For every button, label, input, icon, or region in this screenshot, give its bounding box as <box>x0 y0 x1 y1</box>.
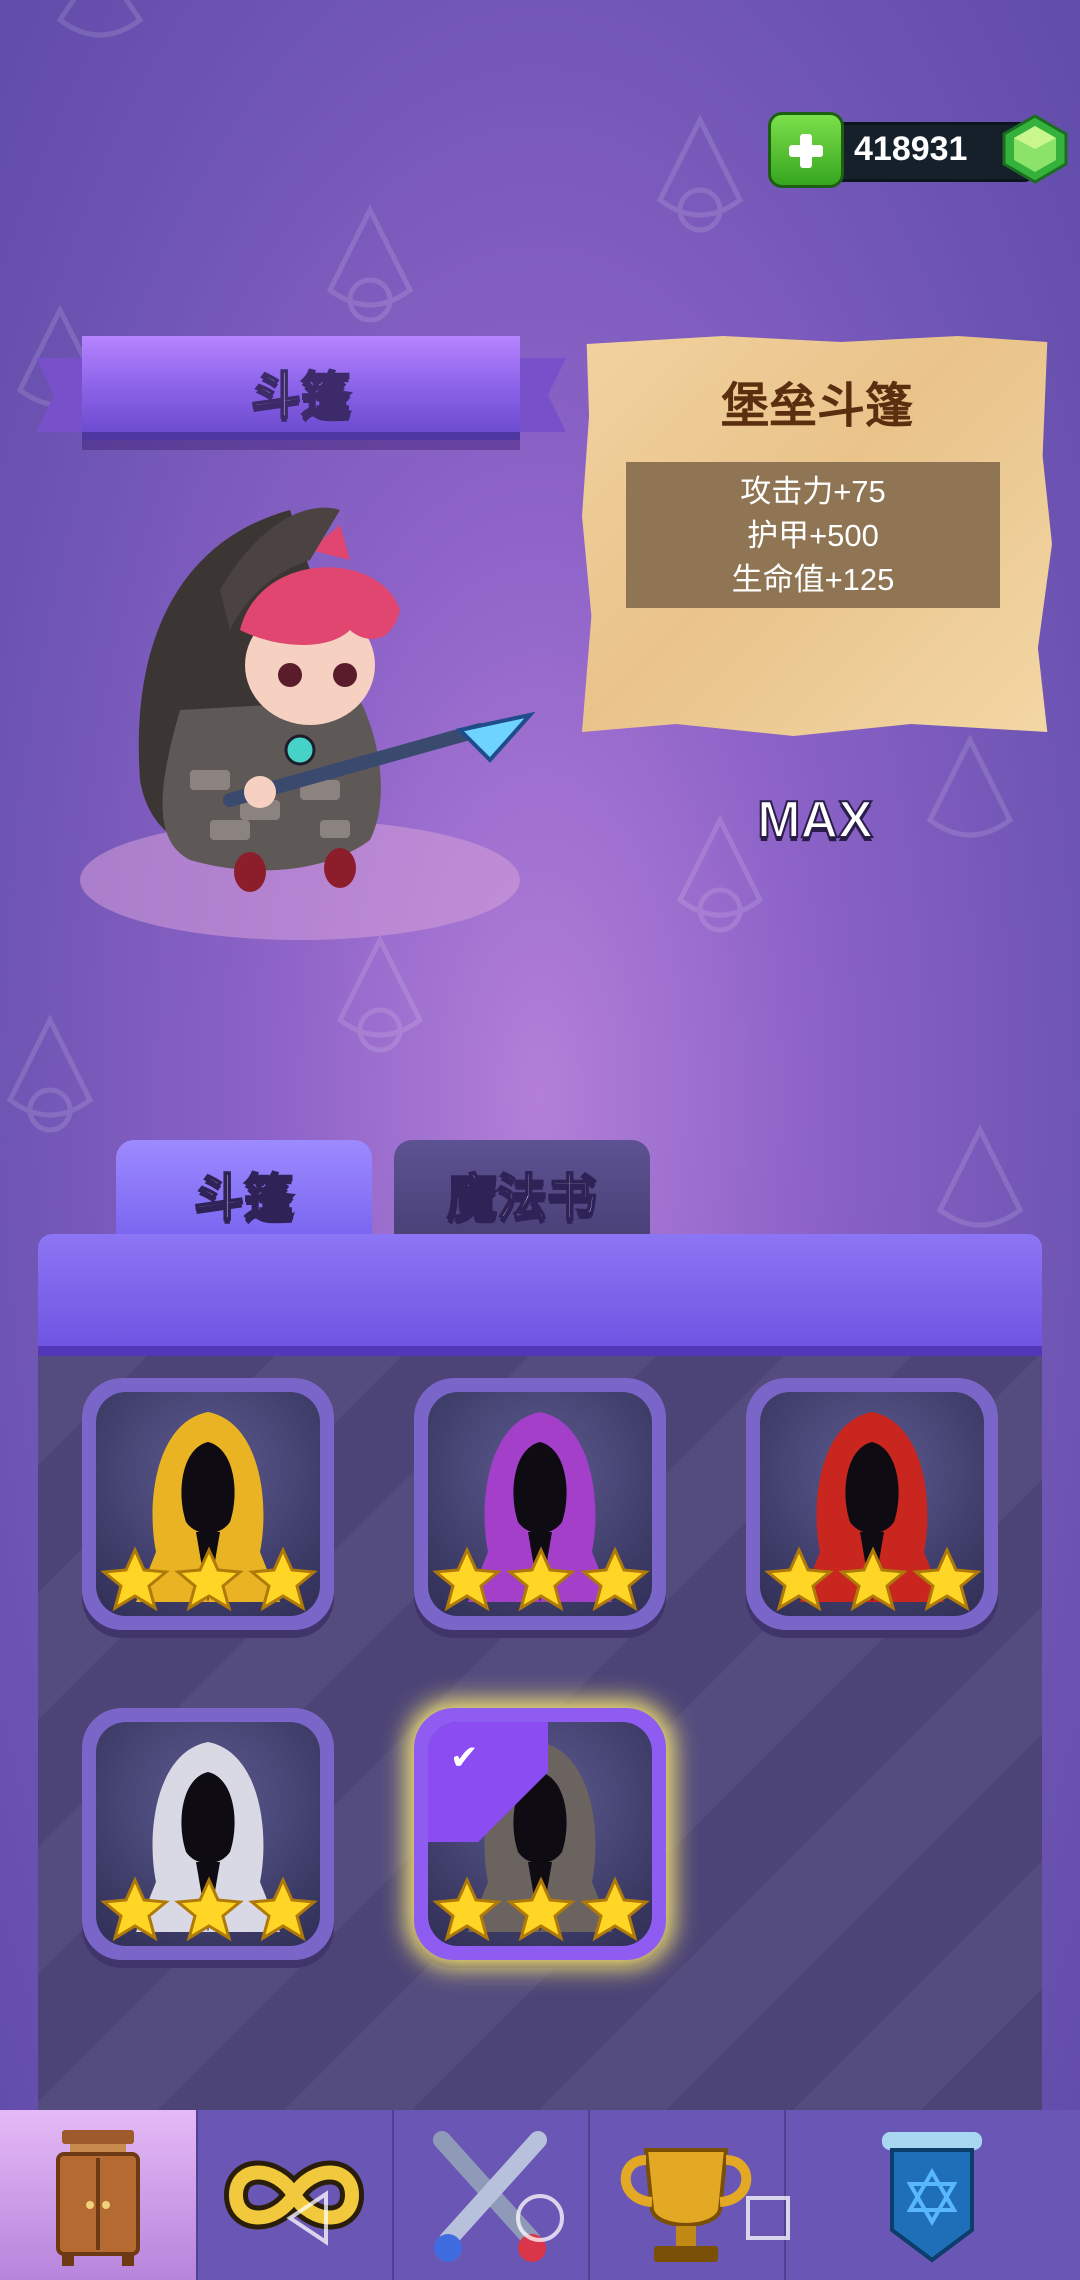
item-name: 堡垒斗篷 <box>720 378 913 434</box>
tab-cloak[interactable]: 斗篷 <box>116 1140 372 1236</box>
star-rating <box>100 1546 318 1612</box>
stat-health: 生命值+125 <box>731 562 895 597</box>
star-rating <box>100 1876 318 1942</box>
star-icon <box>580 1546 650 1612</box>
star-rating <box>432 1876 650 1942</box>
star-icon <box>580 1876 650 1942</box>
star-icon <box>506 1876 576 1942</box>
stat-attack: 攻击力+75 <box>740 474 886 509</box>
category-ribbon: 斗篷 <box>36 332 566 456</box>
star-icon <box>432 1876 502 1942</box>
currency-display: 418931 <box>768 112 1068 188</box>
stat-armor: 护甲+500 <box>747 518 879 553</box>
green-gem-icon <box>1002 114 1068 184</box>
star-icon <box>506 1546 576 1612</box>
inventory-slot[interactable] <box>82 1378 334 1630</box>
item-stats-box: 攻击力+75 护甲+500 生命值+125 <box>626 462 1000 608</box>
equipped-check-badge: ✔ <box>428 1722 548 1842</box>
star-rating <box>432 1546 650 1612</box>
inventory-slot[interactable]: ✔ <box>414 1708 666 1960</box>
tab-spellbook-label: 魔法书 <box>446 1168 598 1228</box>
star-rating <box>764 1546 982 1612</box>
category-title: 斗篷 <box>250 366 352 426</box>
star-icon <box>764 1546 834 1612</box>
inventory-slot[interactable] <box>414 1378 666 1630</box>
star-icon <box>100 1876 170 1942</box>
home-icon[interactable] <box>514 2192 566 2244</box>
shield-scroll-icon <box>882 2132 982 2263</box>
star-icon <box>100 1546 170 1612</box>
add-currency-button[interactable] <box>768 112 844 188</box>
nav-guild[interactable] <box>784 2110 1080 2280</box>
back-icon[interactable] <box>286 2190 332 2246</box>
star-icon <box>432 1546 502 1612</box>
tab-cloak-label: 斗篷 <box>193 1168 295 1228</box>
item-info-card: 堡垒斗篷 攻击力+75 护甲+500 生命值+125 <box>582 336 1052 736</box>
currency-amount: 418931 <box>854 130 968 168</box>
star-icon <box>248 1546 318 1612</box>
check-icon: ✔ <box>450 1738 479 1778</box>
inventory-slot[interactable] <box>82 1708 334 1960</box>
wardrobe-icon <box>56 2130 140 2266</box>
star-icon <box>838 1546 908 1612</box>
star-icon <box>248 1876 318 1942</box>
star-icon <box>174 1876 244 1942</box>
star-icon <box>912 1546 982 1612</box>
recents-icon[interactable] <box>744 2194 792 2242</box>
tab-spellbook[interactable]: 魔法书 <box>394 1140 650 1236</box>
wizard-character-icon <box>80 507 536 940</box>
upgrade-level-label: MAX <box>756 790 874 850</box>
inventory-slot[interactable] <box>746 1378 998 1630</box>
inventory-panel-header <box>38 1234 1042 1356</box>
bottom-navigation <box>0 2110 1080 2280</box>
nav-wardrobe[interactable] <box>0 2110 198 2280</box>
star-icon <box>174 1546 244 1612</box>
